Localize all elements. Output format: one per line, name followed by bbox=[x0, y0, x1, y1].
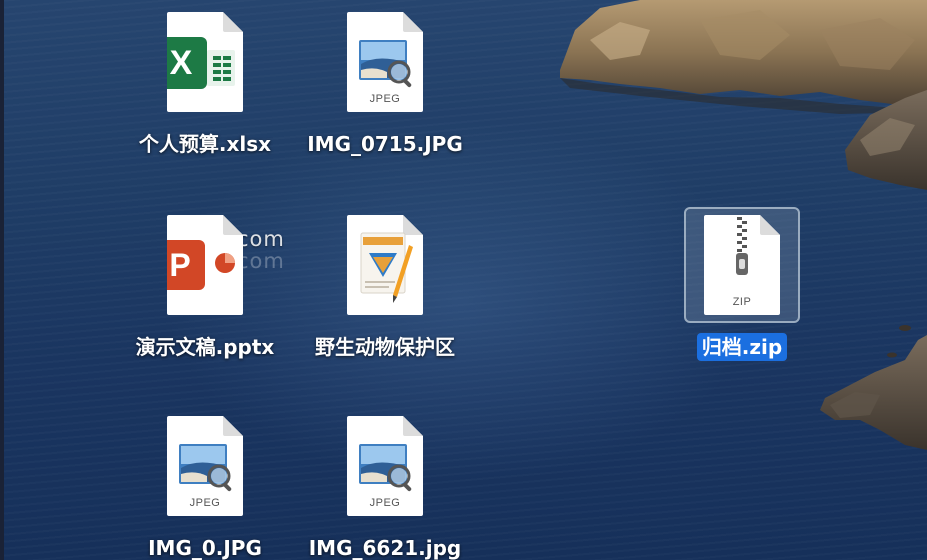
desktop-file-jpeg[interactable]: JPEG IMG_0.JPG bbox=[115, 416, 295, 560]
desktop-file-pages-document[interactable]: 野生动物保护区 bbox=[295, 215, 475, 361]
pages-document-icon bbox=[347, 215, 423, 315]
file-label[interactable]: IMG_6621.jpg bbox=[304, 534, 467, 560]
zip-archive-icon: ZIP bbox=[704, 215, 780, 315]
file-type-label: JPEG bbox=[189, 497, 221, 509]
powerpoint-icon: P bbox=[167, 215, 243, 315]
desktop-file-jpeg[interactable]: JPEG IMG_0715.JPG bbox=[295, 12, 475, 158]
svg-text:X: X bbox=[170, 44, 193, 82]
file-label[interactable]: 野生动物保护区 bbox=[310, 333, 460, 361]
desktop-file-excel[interactable]: X 个人预算.xlsx bbox=[115, 12, 295, 158]
file-label[interactable]: 归档.zip bbox=[696, 333, 788, 361]
jpeg-preview-icon: JPEG bbox=[347, 416, 423, 516]
jpeg-preview-icon: JPEG bbox=[347, 12, 423, 112]
svg-text:P: P bbox=[169, 247, 190, 283]
desktop-file-jpeg[interactable]: JPEG IMG_6621.jpg bbox=[295, 416, 475, 560]
file-label[interactable]: IMG_0715.JPG bbox=[302, 130, 468, 158]
desktop[interactable]: Macv.com Macv.com X 个人预算.xlsx bbox=[0, 0, 927, 560]
file-type-label: JPEG bbox=[369, 497, 401, 509]
desktop-file-powerpoint[interactable]: P 演示文稿.pptx bbox=[115, 215, 295, 361]
file-type-label: ZIP bbox=[732, 296, 752, 308]
selection-frame: ZIP bbox=[684, 207, 800, 323]
desktop-file-zip-archive[interactable]: ZIP 归档.zip bbox=[652, 207, 832, 361]
file-label[interactable]: IMG_0.JPG bbox=[143, 534, 267, 560]
file-label[interactable]: 个人预算.xlsx bbox=[134, 130, 276, 158]
file-label[interactable]: 演示文稿.pptx bbox=[131, 333, 280, 361]
jpeg-preview-icon: JPEG bbox=[167, 416, 243, 516]
file-type-label: JPEG bbox=[369, 93, 401, 105]
excel-icon: X bbox=[167, 12, 243, 112]
